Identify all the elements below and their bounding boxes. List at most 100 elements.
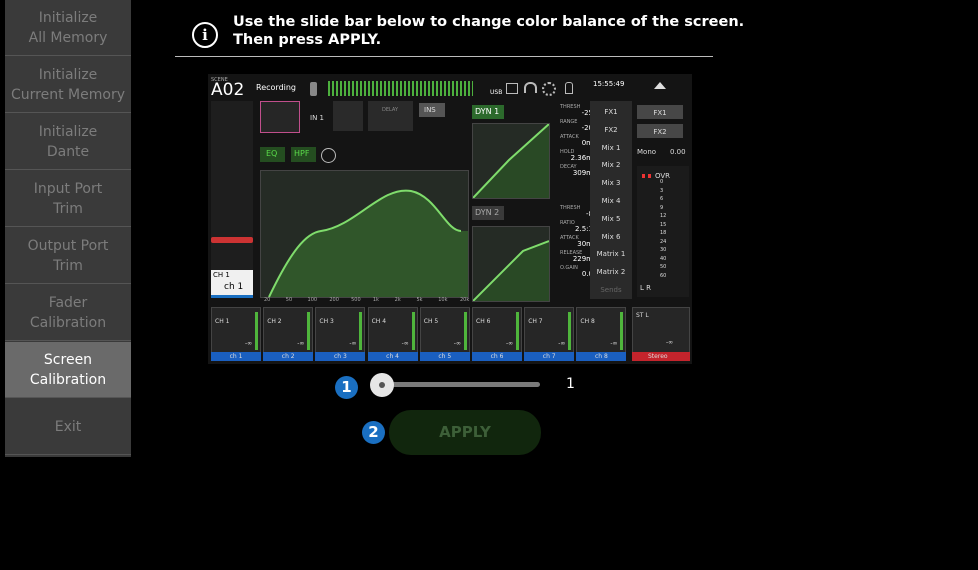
send-button[interactable]: FX2 [592,126,630,134]
channel-top-label: CH 6 [476,318,491,325]
usb-label: USB [490,89,503,96]
instruction-line-2: Then press APPLY. [233,32,382,48]
in1-label: IN 1 [310,114,324,122]
channel-fader-value: -∞ [558,340,566,347]
input-gain-box [260,101,300,133]
user-icon [565,82,573,94]
eq-label: EQ [266,149,278,158]
dyn1-label: DYN 1 [475,107,500,116]
sidebar-item[interactable]: Output Port Trim [5,228,131,284]
screen-preview: SCENE A02 Recording USB 15:55:49 CH 1 ch… [208,74,692,364]
channel-fader-value: -∞ [610,340,618,347]
dyn-param-value: 229m [572,255,593,263]
meter-scale-label: 30 [660,247,667,253]
dyn-param-value: 2.36m [570,154,593,162]
channel-name-label: ch 4 [386,353,399,360]
sidebar-item[interactable]: Fader Calibration [5,285,131,341]
channel-name-label: ch 7 [542,353,556,360]
channel-meter [620,312,624,350]
freq-tick-label: 20k [460,297,470,303]
freq-tick-label: 1k [372,297,379,303]
send-button[interactable]: Mix 3 [592,179,630,187]
channel-top-label: CH 3 [319,318,334,325]
channel-top-label: CH 5 [423,318,439,325]
send-button[interactable]: FX1 [592,108,630,116]
meter-scale-label: 12 [660,213,667,219]
freq-tick-label: 2k [394,297,401,303]
dyn-param-value: 0.0 [581,270,593,278]
apply-button[interactable]: APPLY [389,410,541,455]
sidebar-item[interactable]: Exit [5,399,131,455]
sidebar-item[interactable]: Initialize Dante [5,114,131,170]
slider-knob[interactable] [370,373,394,397]
dyn-param-value: 30m [577,240,593,248]
menu-sidebar: Initialize All Memory Initialize Current Me… [5,0,131,457]
mono-label: Mono [637,148,657,156]
channel-meter [307,312,311,350]
channel-color-bar [211,295,253,298]
sidebar-item[interactable]: Initialize All Memory [5,0,131,56]
dyn-param-value: 2.5:1 [575,225,593,233]
sidebar-item-label: All Memory [28,29,108,46]
dyn2-curve [472,240,550,302]
stereo-top-label: ST L [636,312,649,319]
sidebar-item-label: Fader [48,294,88,311]
freq-tick-label: 200 [329,297,339,303]
meter-scale-label: 15 [660,221,667,228]
sidebar-item-label: Initialize [38,123,98,140]
ovr-led-left [642,174,645,178]
meter-scale-label: 9 [660,204,664,211]
sidebar-item[interactable]: Screen Calibration [5,342,131,398]
channel-fader-value: -∞ [453,340,461,347]
dyn-param-value: -20 [581,124,593,132]
channel-name-label: ch 8 [594,353,608,360]
step-2-badge: 2 [362,421,385,444]
fx-button-label: FX1 [653,109,667,117]
sidebar-item[interactable]: Initialize Current Memory [5,57,131,113]
channel-fader-value: -∞ [401,340,409,347]
freq-tick-label: 20 [264,297,271,303]
sidebar-item-label: Initialize [38,9,98,26]
sidebar-item-label: Initialize [38,66,98,83]
header-divider [175,56,713,57]
channel-meter [255,312,258,350]
step-1-badge: 1 [335,376,358,399]
sidebar-item-label: Trim [53,200,83,217]
meter-scale-label: 50 [660,264,667,270]
dyn2-label: DYN 2 [475,208,500,217]
send-button[interactable]: Matrix 1 [592,250,630,258]
send-button[interactable]: Mix 4 [592,197,630,205]
meter-bridge [328,81,473,96]
sidebar-item-label: Calibration [29,371,107,388]
meter-scale-label: 18 [660,230,667,236]
dyn-param-value: 309m [572,169,593,177]
channel-meter [463,312,467,350]
dyn2-graph [472,226,550,302]
mono-value: 0.00 [670,148,686,156]
meter-scale-label: 40 [660,255,667,262]
stereo-value: -∞ [666,339,674,346]
channel-name-label: ch 2 [281,353,295,360]
meter-scale-label: 60 [660,272,667,279]
send-button[interactable]: Mix 2 [592,161,630,169]
lr-label: L R [640,284,651,292]
dyn-param-value: -25 [581,109,593,117]
sidebar-item[interactable]: Input Port Trim [5,171,131,227]
send-button[interactable]: Mix 5 [592,215,630,223]
lock-icon [310,82,317,96]
dyn1-graph [472,123,550,199]
channel-name-label: ch 5 [438,353,452,360]
headphones-icon [524,82,537,93]
sidebar-item-label: Input Port [33,180,103,197]
channel-name-label: ch 3 [333,353,347,360]
send-button[interactable]: Mix 6 [592,233,630,241]
channel-name-label: ch 6 [490,353,504,360]
freq-tick-label: 5k [416,297,423,303]
channel-panel [211,101,253,297]
send-button[interactable]: Matrix 2 [592,268,630,276]
channel-meter [411,312,415,350]
send-button[interactable]: Mix 1 [592,144,630,152]
send-button[interactable]: Sends [592,286,630,294]
channel-top-label: CH 7 [528,318,543,325]
color-balance-slider[interactable] [385,382,540,387]
